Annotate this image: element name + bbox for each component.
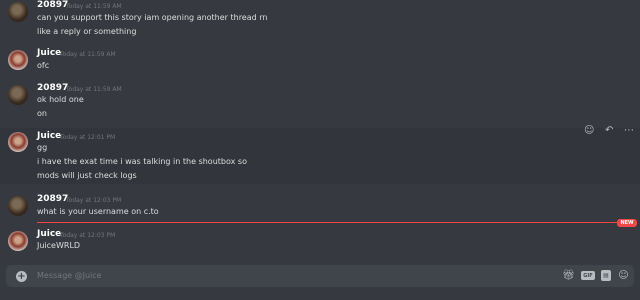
avatar[interactable] <box>8 85 28 105</box>
reply-icon[interactable]: ↶ <box>605 126 613 136</box>
more-options-icon[interactable]: ⋯ <box>624 126 634 136</box>
avatar[interactable] <box>8 2 28 22</box>
gif-button[interactable]: GIF <box>581 271 595 280</box>
add-reaction-icon[interactable]: ☺ <box>584 126 594 136</box>
message-author[interactable]: Juice <box>37 229 61 239</box>
message-text: gg <box>37 143 48 152</box>
message-text: on <box>37 109 47 118</box>
message-text: i have the exat time i was talking in th… <box>37 157 247 166</box>
message-text: ok hold one <box>37 95 84 104</box>
message-timestamp: Today at 12:01 PM <box>60 134 116 141</box>
new-messages-divider <box>37 222 619 223</box>
message-timestamp: Today at 11:59 AM <box>60 51 116 58</box>
message-timestamp: Today at 12:03 PM <box>66 197 122 204</box>
new-messages-badge: NEW <box>617 219 637 227</box>
message-text: ofc <box>37 61 50 70</box>
message-timestamp: Today at 11:59 AM <box>66 86 122 93</box>
message-timestamp: Today at 12:03 PM <box>60 232 116 239</box>
gift-icon[interactable]: 🎁︎ <box>562 269 575 282</box>
message-author[interactable]: 20897 <box>37 0 68 10</box>
message-group: 20897 Today at 11:59 AM ok hold one on <box>0 83 640 123</box>
message-text: mods will just check logs <box>37 171 137 180</box>
message-actions: ☺ ↶ ⋯ <box>584 124 634 138</box>
message-input[interactable]: Message @Juice <box>37 271 102 280</box>
emoji-icon[interactable]: ☺ <box>617 269 630 282</box>
composer-buttons: 🎁︎ GIF ▤ ☺ <box>562 269 630 282</box>
message-text: can you support this story iam opening a… <box>37 13 268 22</box>
message-author[interactable]: Juice <box>37 48 61 58</box>
avatar[interactable] <box>8 50 28 70</box>
message-list[interactable]: 20897 Today at 11:59 AM can you support … <box>0 0 640 262</box>
message-timestamp: Today at 11:59 AM <box>66 3 122 10</box>
message-group: 20897 Today at 12:03 PM what is your use… <box>0 194 640 220</box>
message-text: what is your username on c.to <box>37 207 159 216</box>
message-group: 20897 Today at 11:59 AM can you support … <box>0 0 640 40</box>
upload-plus-icon[interactable]: + <box>16 271 27 282</box>
message-text: like a reply or something <box>37 27 137 36</box>
message-author[interactable]: Juice <box>37 131 61 141</box>
sticker-icon[interactable]: ▤ <box>601 270 611 281</box>
message-group: Juice Today at 11:59 AM ofc <box>0 48 640 74</box>
message-text: JuiceWRLD <box>37 241 81 250</box>
avatar[interactable] <box>8 231 28 251</box>
avatar[interactable] <box>8 196 28 216</box>
message-author[interactable]: 20897 <box>37 194 68 204</box>
message-author[interactable]: 20897 <box>37 83 68 93</box>
message-group: Juice Today at 12:01 PM gg i have the ex… <box>0 128 640 184</box>
avatar[interactable] <box>8 132 28 152</box>
message-group: Juice Today at 12:03 PM JuiceWRLD <box>0 229 640 255</box>
message-composer: + Message @Juice 🎁︎ GIF ▤ ☺ <box>6 265 634 287</box>
